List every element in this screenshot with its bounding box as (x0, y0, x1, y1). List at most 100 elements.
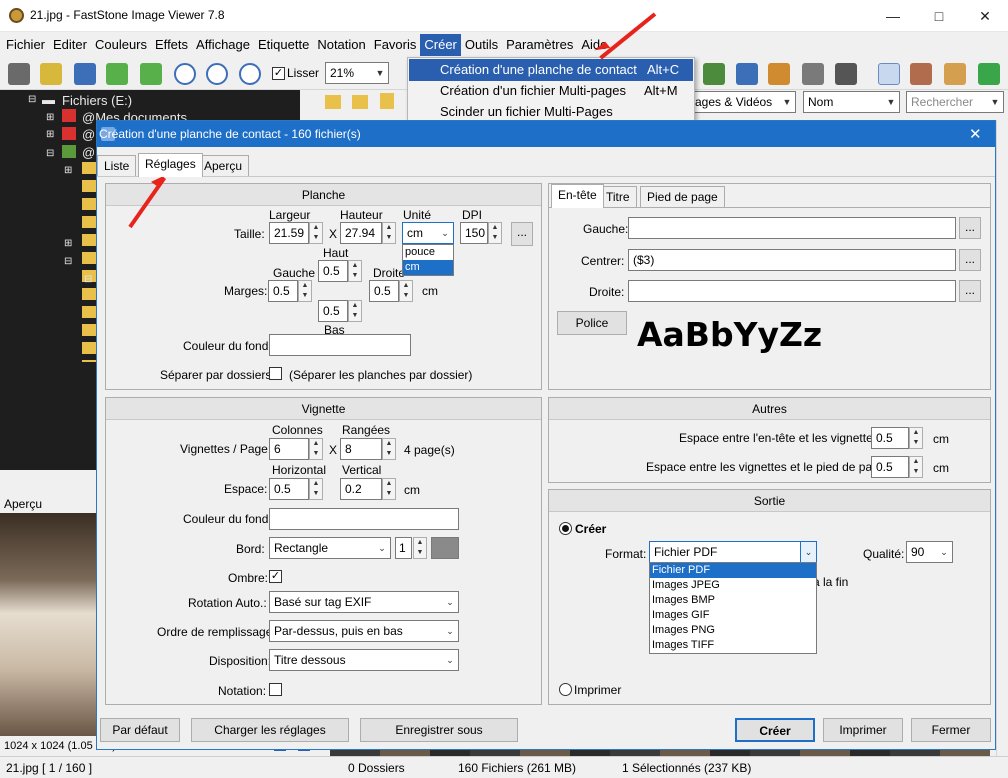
menu-item-multipage[interactable]: Création d'un fichier Multi-pages Alt+M (409, 80, 693, 102)
border-color-swatch[interactable] (431, 537, 459, 559)
unit-select[interactable]: cm ⌄ (402, 222, 454, 244)
tree-expand-icon[interactable]: ⊞ (64, 165, 72, 176)
tab-entete[interactable]: En-tête (551, 184, 604, 208)
font-button[interactable]: Police (557, 311, 627, 335)
layout-select[interactable]: Titre dessous ⌄ (269, 649, 459, 671)
smooth-checkbox[interactable]: ✓ (272, 67, 285, 80)
thumbnail-view-icon[interactable] (878, 63, 900, 85)
edit-icon[interactable] (802, 63, 824, 85)
close-window-button[interactable]: ✕ (962, 0, 1008, 32)
vertical-spacing-input[interactable]: 0.2 (340, 478, 382, 500)
bottom-margin-input[interactable]: 0.5 (318, 300, 348, 322)
rating-checkbox[interactable] (269, 683, 282, 696)
footer-spacing-input[interactable]: 0.5 (871, 456, 909, 478)
close-button[interactable]: Fermer (911, 718, 991, 742)
next-icon[interactable] (140, 63, 162, 85)
right-margin-input[interactable]: 0.5 (369, 280, 399, 302)
rotation-select[interactable]: Basé sur tag EXIF ⌄ (269, 591, 459, 613)
browser-view-icon[interactable] (910, 63, 932, 85)
unit-option-pouce[interactable]: pouce (403, 245, 453, 260)
search-input[interactable]: Rechercher ▼ (906, 91, 1004, 113)
tree-expand-icon[interactable]: ⊞ (64, 238, 72, 249)
columns-input[interactable]: 6 (269, 438, 309, 460)
save-icon[interactable] (74, 63, 96, 85)
shadow-checkbox[interactable]: ✓ (269, 570, 282, 583)
header-left-more-button[interactable]: ... (959, 217, 981, 239)
width-spinner[interactable]: ▲ ▼ (309, 222, 323, 244)
thumb-bg-color[interactable] (269, 508, 459, 530)
separate-checkbox[interactable] (269, 367, 282, 380)
fill-order-select[interactable]: Par-dessus, puis en bas ⌄ (269, 620, 459, 642)
columns-spinner[interactable]: ▲ ▼ (309, 438, 323, 460)
menu-couleurs[interactable]: Couleurs (91, 34, 151, 56)
left-margin-spinner[interactable]: ▲ ▼ (298, 280, 312, 302)
nav-forward-icon[interactable] (352, 95, 368, 109)
zoom-select[interactable]: 21% ▼ (325, 62, 389, 84)
format-option-bmp[interactable]: Images BMP (650, 593, 816, 608)
tree-expand-icon[interactable]: ⊞ (46, 129, 54, 140)
menu-fichier[interactable]: Fichier (2, 34, 49, 56)
header-spacing-spinner[interactable]: ▲ ▼ (909, 427, 923, 449)
page-bg-color[interactable] (269, 334, 411, 356)
zoom-out-icon[interactable] (206, 63, 228, 85)
filter-select[interactable]: ages & Vidéos ▼ (690, 91, 796, 113)
create-radio[interactable] (559, 522, 572, 535)
zoom-in-icon[interactable] (174, 63, 196, 85)
format-select[interactable]: Fichier PDF ⌄ (649, 541, 817, 563)
header-right-input[interactable] (628, 280, 956, 302)
top-margin-input[interactable]: 0.5 (318, 260, 348, 282)
previous-icon[interactable] (106, 63, 128, 85)
slideshow-icon[interactable] (736, 63, 758, 85)
open-folder-icon[interactable] (40, 63, 62, 85)
maximize-button[interactable]: □ (916, 0, 962, 32)
tab-titre[interactable]: Titre (599, 186, 637, 208)
default-button[interactable]: Par défaut (100, 718, 180, 742)
tree-item-2[interactable]: @ (82, 127, 95, 142)
horizontal-spacing-spinner[interactable]: ▲ ▼ (309, 478, 323, 500)
tree-expand-icon[interactable]: ⊞ (46, 112, 54, 123)
header-center-more-button[interactable]: ... (959, 249, 981, 271)
actual-size-icon[interactable] (239, 63, 261, 85)
rows-spinner[interactable]: ▲ ▼ (382, 438, 396, 460)
dpi-input[interactable]: 150 (460, 222, 488, 244)
image-tools-icon[interactable] (703, 63, 725, 85)
minimize-button[interactable]: — (870, 0, 916, 32)
format-option-pdf[interactable]: Fichier PDF (650, 563, 816, 578)
menu-affichage[interactable]: Affichage (192, 34, 254, 56)
vertical-spacing-spinner[interactable]: ▲ ▼ (382, 478, 396, 500)
top-margin-spinner[interactable]: ▲ ▼ (348, 260, 362, 282)
nav-back-icon[interactable] (325, 95, 341, 109)
tab-liste[interactable]: Liste (97, 155, 137, 177)
tab-pied-de-page[interactable]: Pied de page (640, 186, 725, 208)
menu-notation[interactable]: Notation (313, 34, 369, 56)
menu-effets[interactable]: Effets (151, 34, 192, 56)
menu-outils[interactable]: Outils (461, 34, 502, 56)
tree-expand-icon[interactable]: ⊟ (46, 148, 54, 159)
format-option-jpeg[interactable]: Images JPEG (650, 578, 816, 593)
tree-expand-icon[interactable]: ⊟ (28, 94, 36, 105)
right-margin-spinner[interactable]: ▲ ▼ (399, 280, 413, 302)
height-spinner[interactable]: ▲ ▼ (382, 222, 396, 244)
format-option-gif[interactable]: Images GIF (650, 608, 816, 623)
tree-item-3[interactable]: @ (82, 145, 95, 160)
page-size-more-button[interactable]: ... (511, 222, 533, 246)
menu-parametres[interactable]: Paramètres (502, 34, 577, 56)
menu-editer[interactable]: Editer (49, 34, 91, 56)
save-as-button[interactable]: Enregistrer sous (360, 718, 518, 742)
nav-up-icon[interactable] (380, 93, 394, 109)
footer-spacing-spinner[interactable]: ▲ ▼ (909, 456, 923, 478)
create-button[interactable]: Créer (735, 718, 815, 742)
format-option-png[interactable]: Images PNG (650, 623, 816, 638)
border-width-input[interactable]: 1 (395, 537, 412, 559)
print-icon[interactable] (835, 63, 857, 85)
fullscreen-icon[interactable] (978, 63, 1000, 85)
person-view-icon[interactable] (944, 63, 966, 85)
left-margin-input[interactable]: 0.5 (268, 280, 298, 302)
menu-item-contact-sheet[interactable]: Création d'une planche de contact Alt+C (409, 59, 693, 81)
print-radio[interactable] (559, 683, 572, 696)
sort-select[interactable]: Nom ▼ (803, 91, 900, 113)
dpi-spinner[interactable]: ▲ ▼ (488, 222, 502, 244)
border-select[interactable]: Rectangle ⌄ (269, 537, 391, 559)
menu-etiquette[interactable]: Etiquette (254, 34, 313, 56)
height-input[interactable]: 27.94 (340, 222, 382, 244)
